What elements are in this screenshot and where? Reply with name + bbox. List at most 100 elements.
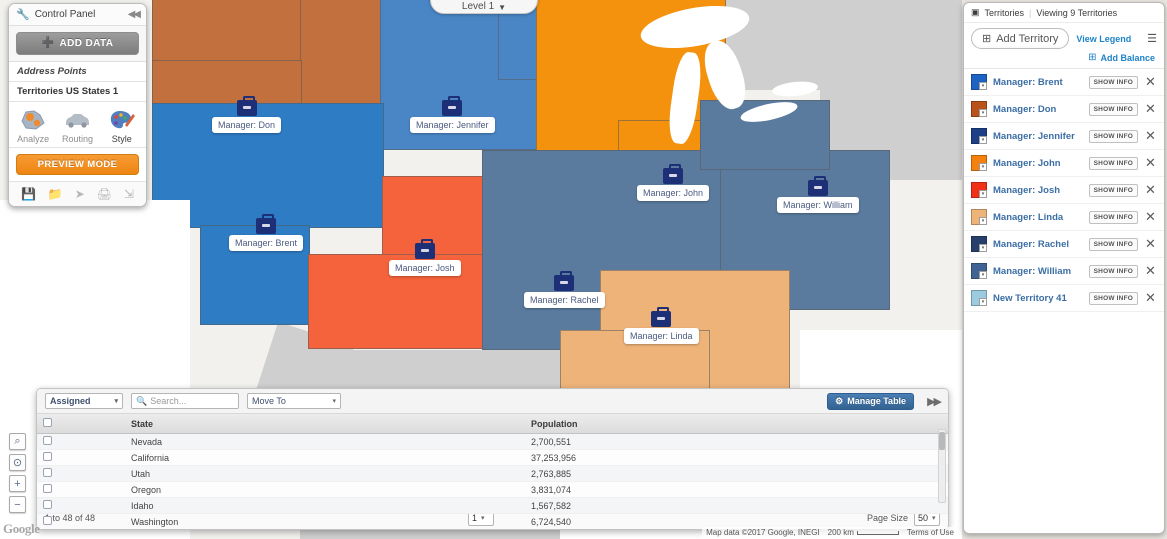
- swatch-dropdown-icon[interactable]: ▾: [979, 271, 987, 279]
- expand-right-icon[interactable]: ▶▶: [922, 395, 942, 408]
- territory-list-item[interactable]: ▾ Manager: Don SHOW INFO ✕: [964, 96, 1164, 123]
- table-row[interactable]: Oregon 3,831,074: [37, 481, 948, 498]
- swatch-dropdown-icon[interactable]: ▾: [979, 217, 987, 225]
- row-checkbox[interactable]: [43, 500, 52, 509]
- close-icon[interactable]: ✕: [1144, 236, 1157, 252]
- add-territory-button[interactable]: ⊞ Add Territory: [971, 28, 1070, 49]
- table-row[interactable]: Idaho 1,567,582: [37, 497, 948, 514]
- export-icon[interactable]: ⇲: [124, 187, 134, 201]
- close-icon[interactable]: ✕: [1144, 74, 1157, 90]
- show-info-button[interactable]: SHOW INFO: [1088, 183, 1138, 197]
- show-info-button[interactable]: SHOW INFO: [1088, 291, 1138, 305]
- territory-color-swatch[interactable]: ▾: [971, 236, 987, 252]
- territory-color-swatch[interactable]: ▾: [971, 101, 987, 117]
- terms-of-use-link[interactable]: Terms of Use: [907, 528, 954, 537]
- map-marker[interactable]: Manager: Josh: [389, 239, 461, 276]
- hamburger-icon[interactable]: ☰: [1147, 32, 1157, 45]
- level-selector[interactable]: Level 1 ▼: [430, 0, 538, 14]
- table-row[interactable]: California 37,253,956: [37, 449, 948, 466]
- map-marker[interactable]: Manager: Don: [212, 96, 282, 133]
- table-vertical-scrollbar[interactable]: [938, 429, 946, 503]
- swatch-dropdown-icon[interactable]: ▾: [979, 298, 987, 306]
- add-balance-link[interactable]: Add Balance: [1100, 53, 1155, 63]
- table-col-state[interactable]: State: [125, 414, 525, 434]
- swatch-dropdown-icon[interactable]: ▾: [979, 163, 987, 171]
- map-marker[interactable]: Manager: Rachel: [524, 271, 605, 308]
- territory-color-swatch[interactable]: ▾: [971, 128, 987, 144]
- print-icon[interactable]: 🖨: [97, 187, 112, 201]
- layer-territories-us-states[interactable]: Territories US States 1: [9, 82, 146, 102]
- show-info-button[interactable]: SHOW INFO: [1088, 102, 1138, 116]
- territory-color-swatch[interactable]: ▾: [971, 263, 987, 279]
- row-checkbox-cell[interactable]: [37, 433, 65, 450]
- add-data-button[interactable]: ➕ ADD DATA: [16, 32, 139, 55]
- row-checkbox-cell[interactable]: [37, 530, 65, 531]
- manage-table-button[interactable]: ⚙ Manage Table: [827, 392, 915, 410]
- table-row[interactable]: Nevada 2,700,551: [37, 433, 948, 450]
- swatch-dropdown-icon[interactable]: ▾: [979, 244, 987, 252]
- row-checkbox[interactable]: [43, 484, 52, 493]
- map-marker[interactable]: Manager: Jennifer: [410, 96, 495, 133]
- folder-open-icon[interactable]: 📁: [48, 187, 63, 201]
- search-input-wrap[interactable]: 🔍 Search...: [131, 393, 239, 409]
- zoom-in-icon[interactable]: +: [9, 475, 26, 492]
- close-icon[interactable]: ✕: [1144, 155, 1157, 171]
- territory-list-item[interactable]: ▾ Manager: Josh SHOW INFO ✕: [964, 177, 1164, 204]
- view-legend-link[interactable]: View Legend: [1076, 34, 1131, 44]
- territory-list-item[interactable]: ▾ Manager: John SHOW INFO ✕: [964, 150, 1164, 177]
- close-icon[interactable]: ✕: [1144, 209, 1157, 225]
- search-input[interactable]: Search...: [150, 396, 186, 406]
- save-icon[interactable]: 💾: [21, 187, 36, 201]
- collapse-left-icon[interactable]: ◀◀: [128, 9, 141, 20]
- row-checkbox-cell[interactable]: [37, 513, 65, 529]
- row-checkbox-cell[interactable]: [37, 497, 65, 514]
- territory-color-swatch[interactable]: ▾: [971, 155, 987, 171]
- map-zoom-controls[interactable]: ⌕ ⊙ + −: [9, 433, 26, 517]
- tool-style[interactable]: Style: [101, 107, 143, 144]
- row-checkbox-cell[interactable]: [37, 449, 65, 466]
- territory-region-don-3[interactable]: [152, 60, 302, 105]
- row-checkbox[interactable]: [43, 468, 52, 477]
- row-checkbox[interactable]: [43, 436, 52, 445]
- show-info-button[interactable]: SHOW INFO: [1088, 237, 1138, 251]
- swatch-dropdown-icon[interactable]: ▾: [979, 136, 987, 144]
- scrollbar-thumb[interactable]: [939, 432, 945, 450]
- zoom-search-icon[interactable]: ⌕: [9, 433, 26, 450]
- close-icon[interactable]: ✕: [1144, 101, 1157, 117]
- close-icon[interactable]: ✕: [1144, 263, 1157, 279]
- show-info-button[interactable]: SHOW INFO: [1088, 156, 1138, 170]
- territory-color-swatch[interactable]: ▾: [971, 74, 987, 90]
- territory-list-item[interactable]: ▾ Manager: Rachel SHOW INFO ✕: [964, 231, 1164, 258]
- row-checkbox-cell[interactable]: [37, 481, 65, 498]
- show-info-button[interactable]: SHOW INFO: [1088, 264, 1138, 278]
- show-info-button[interactable]: SHOW INFO: [1088, 210, 1138, 224]
- tool-routing[interactable]: Routing: [56, 107, 98, 144]
- territory-color-swatch[interactable]: ▾: [971, 290, 987, 306]
- close-icon[interactable]: ✕: [1144, 182, 1157, 198]
- show-info-button[interactable]: SHOW INFO: [1088, 129, 1138, 143]
- table-col-population[interactable]: Population: [525, 414, 948, 434]
- select-all-header[interactable]: [37, 414, 65, 434]
- map-marker[interactable]: Manager: William: [777, 176, 859, 213]
- territory-list-item[interactable]: ▾ Manager: Brent SHOW INFO ✕: [964, 69, 1164, 96]
- zoom-out-icon[interactable]: −: [9, 496, 26, 513]
- territory-list-item[interactable]: ▾ Manager: Jennifer SHOW INFO ✕: [964, 123, 1164, 150]
- row-checkbox[interactable]: [43, 516, 52, 525]
- territory-list-item[interactable]: ▾ Manager: William SHOW INFO ✕: [964, 258, 1164, 285]
- swatch-dropdown-icon[interactable]: ▾: [979, 82, 987, 90]
- map-marker[interactable]: Manager: Brent: [229, 214, 304, 251]
- assigned-filter-select[interactable]: Assigned ▾: [45, 393, 123, 409]
- territory-color-swatch[interactable]: ▾: [971, 209, 987, 225]
- swatch-dropdown-icon[interactable]: ▾: [979, 190, 987, 198]
- share-icon[interactable]: ➤: [75, 187, 85, 201]
- move-to-select[interactable]: Move To ▾: [247, 393, 341, 409]
- close-icon[interactable]: ✕: [1144, 128, 1157, 144]
- map-marker[interactable]: Manager: John: [637, 164, 710, 201]
- preview-mode-button[interactable]: PREVIEW MODE: [16, 154, 139, 175]
- territory-list-item[interactable]: ▾ New Territory 41 SHOW INFO ✕: [964, 285, 1164, 312]
- territory-color-swatch[interactable]: ▾: [971, 182, 987, 198]
- row-checkbox[interactable]: [43, 452, 52, 461]
- tool-analyze[interactable]: Analyze: [12, 107, 54, 144]
- swatch-dropdown-icon[interactable]: ▾: [979, 109, 987, 117]
- compass-icon[interactable]: ⊙: [9, 454, 26, 471]
